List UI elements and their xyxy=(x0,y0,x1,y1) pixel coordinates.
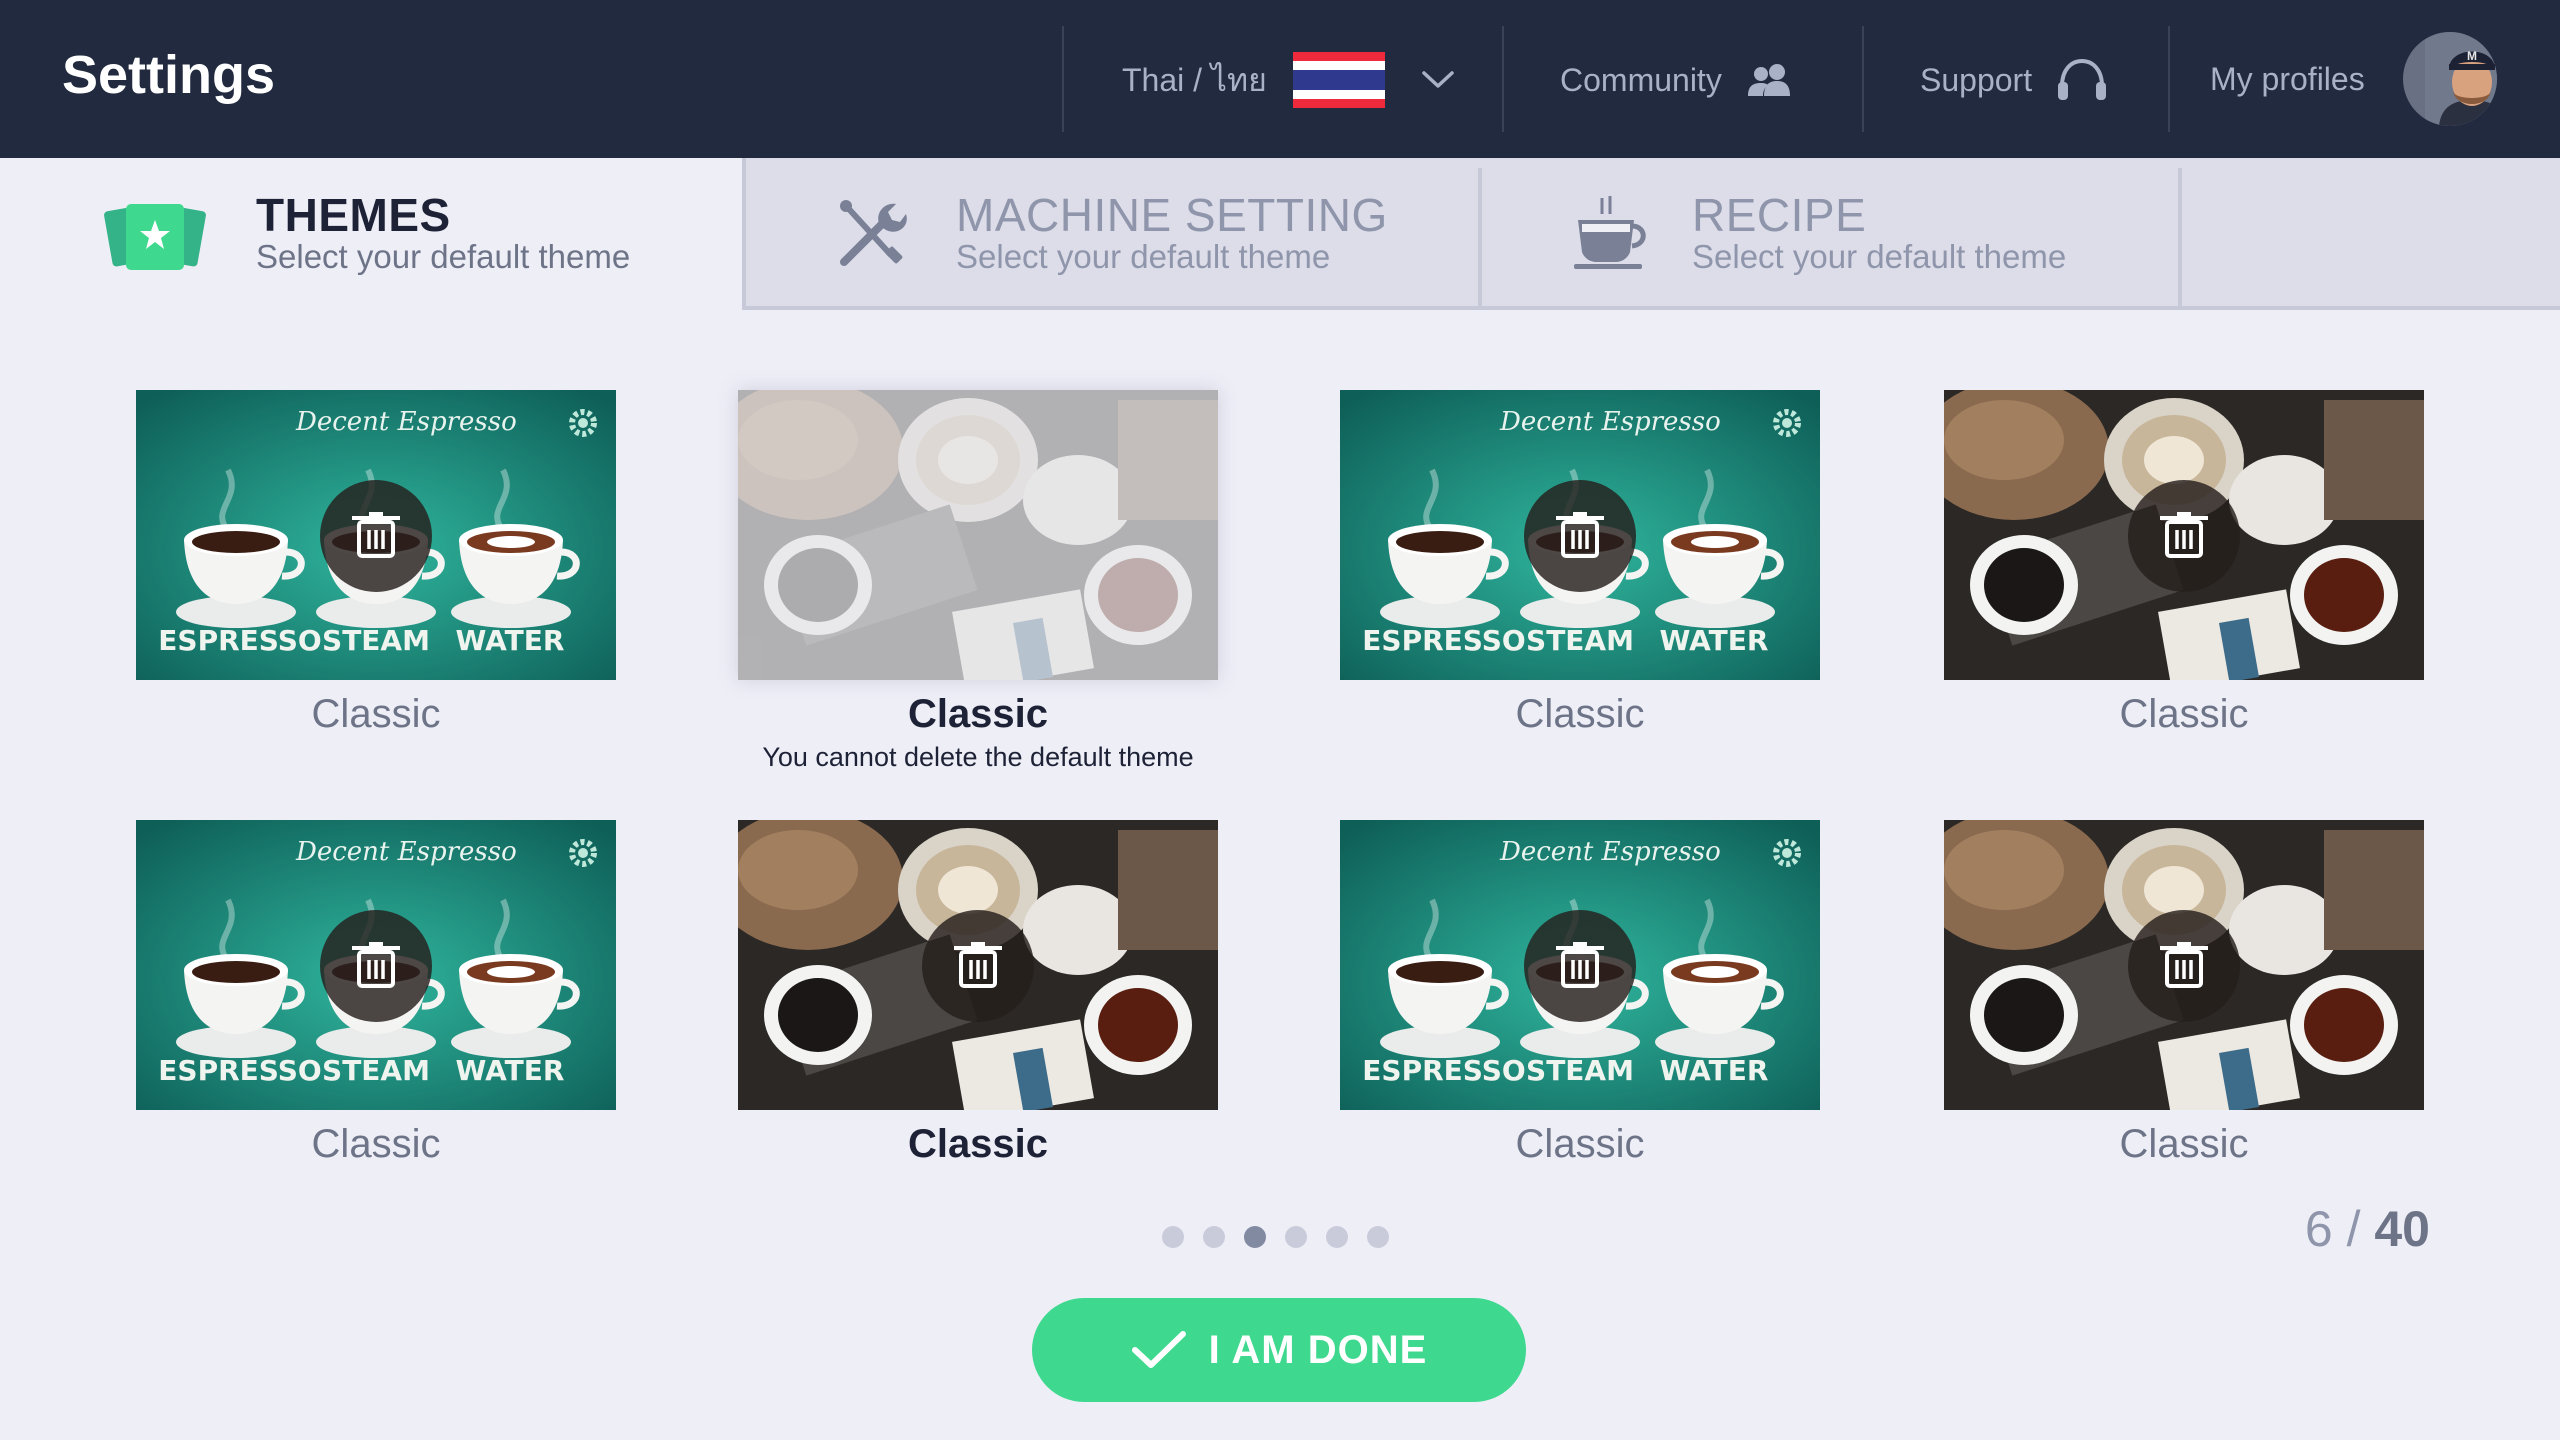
delete-theme-icon[interactable] xyxy=(2128,910,2240,1022)
top-bar: Settings Thai / ไทย Community Support My… xyxy=(0,0,2560,158)
theme-thumbnail[interactable] xyxy=(1944,820,2424,1110)
theme-name: Classic xyxy=(907,1122,1049,1166)
page-indicator xyxy=(1162,1226,1408,1248)
svg-text:ESPRESSO: ESPRESSO xyxy=(1362,624,1525,657)
avatar[interactable]: M xyxy=(2402,32,2497,126)
language-label: Thai / ไทย xyxy=(1122,61,1267,98)
theme-name: Classic xyxy=(2119,1122,2249,1166)
theme-thumbnail[interactable]: Decent Espresso ESPRESSO STEAM WATER xyxy=(136,390,616,680)
counter-current: 6 xyxy=(2304,1201,2333,1257)
theme-thumbnail[interactable]: Decent Espresso ESPRESSO STEAM WATER xyxy=(1340,390,1820,680)
checkmark-icon xyxy=(1131,1331,1186,1368)
theme-preview-image: Decent Espresso ESPRESSO STEAM WATER xyxy=(136,390,616,680)
theme-name: Classic xyxy=(311,692,441,736)
support-label: Support xyxy=(1920,61,2033,98)
users-icon xyxy=(1747,64,1790,96)
tab-machine-setting[interactable]: MACHINE SETTING Select your default them… xyxy=(746,158,1480,310)
svg-text:Decent Espresso: Decent Espresso xyxy=(295,837,517,867)
thai-flag-icon xyxy=(1292,52,1385,108)
default-theme-note: You cannot delete the default theme xyxy=(762,742,1194,772)
theme-thumbnail[interactable]: Decent Espresso ESPRESSO STEAM WATER xyxy=(136,820,616,1110)
delete-theme-icon[interactable] xyxy=(922,910,1034,1022)
theme-preview-image xyxy=(1944,390,2424,680)
svg-text:STEAM: STEAM xyxy=(322,1054,430,1087)
svg-text:M: M xyxy=(2467,49,2477,63)
chevron-down-icon xyxy=(1422,71,1454,88)
svg-text:STEAM: STEAM xyxy=(1526,624,1634,657)
divider xyxy=(1862,26,1864,132)
divider xyxy=(2178,168,2182,310)
page-dot[interactable] xyxy=(1162,1226,1184,1248)
tab-machine-setting-subtitle: Select your default theme xyxy=(956,238,1331,275)
tab-themes[interactable]: THEMES Select your default theme xyxy=(0,158,744,310)
support-link[interactable]: Support xyxy=(1920,50,2110,110)
theme-name: Classic xyxy=(907,692,1049,736)
svg-text:WATER: WATER xyxy=(1660,1054,1769,1087)
counter-separator: / xyxy=(2346,1201,2361,1257)
page-dot[interactable] xyxy=(1203,1226,1225,1248)
theme-preview-image xyxy=(1944,820,2424,1110)
svg-text:Decent Espresso: Decent Espresso xyxy=(1499,837,1721,867)
community-label: Community xyxy=(1560,61,1722,98)
svg-text:Decent Espresso: Decent Espresso xyxy=(1499,407,1721,437)
page-title: Settings xyxy=(62,45,276,105)
delete-theme-icon[interactable] xyxy=(320,910,432,1022)
page-dot[interactable] xyxy=(1367,1226,1389,1248)
themes-cards-icon xyxy=(104,204,206,270)
delete-theme-icon[interactable] xyxy=(320,480,432,592)
divider xyxy=(1062,26,1064,132)
profiles-label: My profiles xyxy=(2210,60,2365,97)
page-dot[interactable] xyxy=(1326,1226,1348,1248)
done-label: I AM DONE xyxy=(1208,1327,1428,1372)
delete-theme-icon[interactable] xyxy=(2128,480,2240,592)
wrench-screwdriver-icon xyxy=(840,200,907,266)
theme-name: Classic xyxy=(2119,692,2249,736)
page-dot[interactable] xyxy=(1244,1226,1266,1248)
theme-preview-image: Decent Espresso ESPRESSO STEAM WATER xyxy=(136,820,616,1110)
theme-name: Classic xyxy=(1515,1122,1645,1166)
counter-total: 40 xyxy=(2374,1201,2430,1257)
theme-preview-image: Decent Espresso ESPRESSO STEAM WATER xyxy=(1340,390,1820,680)
headset-icon xyxy=(2058,58,2107,100)
svg-text:ESPRESSO: ESPRESSO xyxy=(158,624,321,657)
tab-recipe-title: RECIPE xyxy=(1692,189,1867,241)
theme-preview-image xyxy=(738,390,1218,680)
tab-themes-title: THEMES xyxy=(256,189,451,241)
tab-machine-setting-title: MACHINE SETTING xyxy=(956,189,1388,241)
theme-thumbnail[interactable] xyxy=(738,390,1218,680)
i-am-done-button[interactable]: I AM DONE xyxy=(1032,1298,1526,1402)
my-profiles-link[interactable]: My profiles M xyxy=(2210,32,2497,126)
theme-name: Classic xyxy=(1515,692,1645,736)
coffee-cup-icon xyxy=(1574,196,1646,269)
theme-preview-image xyxy=(738,820,1218,1110)
tab-recipe-subtitle: Select your default theme xyxy=(1692,238,2067,275)
theme-name: Classic xyxy=(311,1122,441,1166)
theme-thumbnail[interactable]: Decent Espresso ESPRESSO STEAM WATER xyxy=(1340,820,1820,1110)
svg-text:WATER: WATER xyxy=(1660,624,1769,657)
svg-text:ESPRESSO: ESPRESSO xyxy=(1362,1054,1525,1087)
theme-thumbnail[interactable] xyxy=(738,820,1218,1110)
delete-theme-icon[interactable] xyxy=(1524,480,1636,592)
svg-text:STEAM: STEAM xyxy=(322,624,430,657)
community-link[interactable]: Community xyxy=(1560,50,1796,110)
delete-theme-icon[interactable] xyxy=(1524,910,1636,1022)
theme-preview-image: Decent Espresso ESPRESSO STEAM WATER xyxy=(1340,820,1820,1110)
svg-text:ESPRESSO: ESPRESSO xyxy=(158,1054,321,1087)
language-selector[interactable]: Thai / ไทย xyxy=(1122,50,1455,110)
svg-text:WATER: WATER xyxy=(456,1054,565,1087)
tab-recipe[interactable]: RECIPE Select your default theme xyxy=(1482,158,2180,310)
svg-text:Decent Espresso: Decent Espresso xyxy=(295,407,517,437)
divider xyxy=(2168,26,2170,132)
settings-tab-bar: THEMES Select your default theme MACHINE… xyxy=(0,158,2560,310)
tab-themes-subtitle: Select your default theme xyxy=(256,238,631,275)
theme-counter: 6 / 40 xyxy=(2270,1200,2430,1258)
theme-thumbnail[interactable] xyxy=(1944,390,2424,680)
divider xyxy=(1502,26,1504,132)
svg-text:WATER: WATER xyxy=(456,624,565,657)
page-dot[interactable] xyxy=(1285,1226,1307,1248)
svg-text:STEAM: STEAM xyxy=(1526,1054,1634,1087)
